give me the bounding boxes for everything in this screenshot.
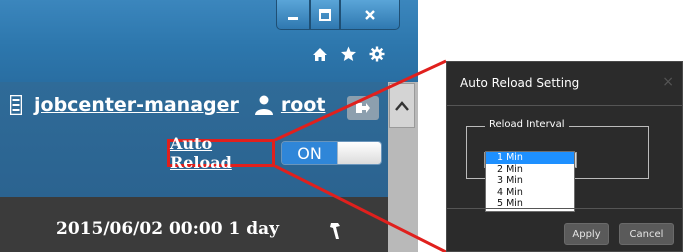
dialog-footer-divider (447, 208, 682, 209)
maximize-button[interactable] (310, 0, 340, 30)
dialog-close-button[interactable]: × (662, 74, 674, 90)
auto-reload-dialog: Auto Reload Setting × Reload Interval 1 … (446, 61, 683, 252)
minimize-button[interactable] (276, 0, 310, 30)
reload-interval-label: Reload Interval (485, 119, 569, 130)
apply-button[interactable]: Apply (564, 223, 609, 245)
auto-reload-toggle[interactable]: ON (281, 141, 382, 165)
wrench-icon[interactable] (328, 222, 342, 244)
dialog-header-divider (447, 105, 682, 106)
dialog-title: Auto Reload Setting (460, 76, 580, 90)
logout-icon (356, 103, 370, 113)
user-group-link[interactable]: jobcenter-manager (34, 94, 239, 116)
nav-icons (312, 46, 385, 62)
maximize-icon (319, 8, 331, 21)
user-line: jobcenter-manager root (10, 92, 325, 118)
home-icon[interactable] (312, 47, 328, 62)
window-controls (276, 0, 400, 33)
user-icon (254, 95, 273, 115)
minimize-icon (288, 16, 298, 20)
app-window: jobcenter-manager root Auto Reload ON 20… (0, 0, 418, 252)
scroll-up-arrow-icon (395, 100, 409, 111)
option-4-min[interactable]: 4 Min (486, 187, 574, 199)
option-1-min[interactable]: 1 Min (486, 152, 574, 164)
gear-icon[interactable] (369, 46, 385, 62)
user-name-link[interactable]: root (281, 94, 326, 116)
scroll-up-button[interactable] (389, 83, 415, 128)
server-icon (10, 95, 22, 115)
date-range-text: 2015/06/02 00:00 1 day (56, 219, 280, 239)
toggle-knob (337, 142, 381, 164)
toggle-state-label: ON (282, 142, 337, 164)
reload-interval-options[interactable]: 1 Min 2 Min 3 Min 4 Min 5 Min (485, 151, 575, 212)
auto-reload-link[interactable]: Auto Reload (167, 134, 275, 172)
option-3-min[interactable]: 3 Min (486, 175, 574, 187)
logout-button[interactable] (347, 96, 379, 120)
option-2-min[interactable]: 2 Min (486, 164, 574, 176)
close-icon (365, 9, 375, 20)
cancel-button[interactable]: Cancel (619, 223, 674, 245)
star-icon[interactable] (340, 46, 357, 62)
close-window-button[interactable] (340, 0, 400, 30)
